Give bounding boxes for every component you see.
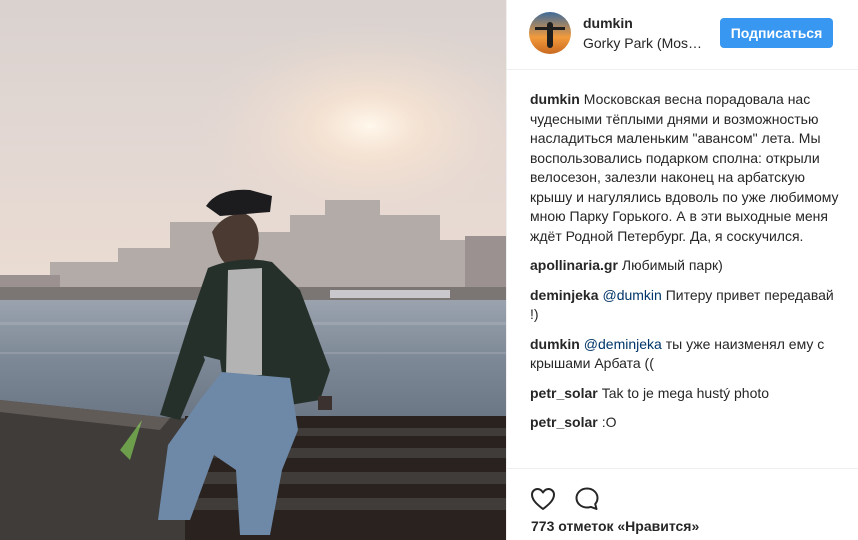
comment-username[interactable]: petr_solar	[530, 414, 598, 430]
comment-username[interactable]: dumkin	[530, 336, 580, 352]
post-actions: 773 отметок «Нравится»	[507, 468, 858, 540]
comment-text: :O	[601, 414, 617, 430]
comment-username[interactable]: apollinaria.gr	[530, 257, 618, 273]
comment-text: Tak to je mega hustý photo	[601, 384, 770, 401]
comment-item: petr_solar Tak to je mega hustý photo	[530, 384, 840, 404]
comment-mention[interactable]: @dumkin	[602, 287, 661, 303]
likes-count[interactable]: 773 отметок «Нравится»	[531, 518, 699, 534]
caption-text: Московская весна порадовала нас чудесным…	[530, 91, 839, 244]
caption: dumkin Московская весна порадовала нас чу…	[530, 90, 840, 246]
comment-text: Любимый парк)	[621, 257, 723, 273]
photo-scene	[0, 0, 506, 540]
speech-bubble-icon[interactable]	[573, 485, 601, 513]
comments-list: dumkin Московская весна порадовала нас чу…	[530, 90, 840, 443]
comment-item: deminjeka @dumkin Питеру привет передавай…	[530, 286, 840, 325]
follow-button[interactable]: Подписаться	[720, 18, 833, 48]
avatar[interactable]	[529, 12, 571, 54]
caption-username[interactable]: dumkin	[530, 91, 580, 107]
comment-item: apollinaria.gr Любимый парк)	[530, 256, 840, 276]
avatar-figure	[547, 22, 553, 48]
post-photo	[0, 0, 506, 540]
comment-item: petr_solar:O	[530, 413, 840, 433]
heart-icon[interactable]	[529, 485, 557, 513]
post-panel: dumkin Gorky Park (Mos… Подписаться dumk…	[506, 0, 858, 540]
location-link[interactable]: Gorky Park (Mos…	[583, 35, 702, 51]
comment-item: dumkin @deminjeka ты уже наизменял ему с …	[530, 335, 840, 374]
comment-mention[interactable]: @deminjeka	[584, 336, 662, 352]
post-header: dumkin Gorky Park (Mos… Подписаться	[507, 0, 858, 70]
comment-username[interactable]: deminjeka	[530, 287, 598, 303]
avatar-arms	[535, 27, 565, 30]
username-link[interactable]: dumkin	[583, 15, 633, 31]
comment-username[interactable]: petr_solar	[530, 385, 598, 401]
